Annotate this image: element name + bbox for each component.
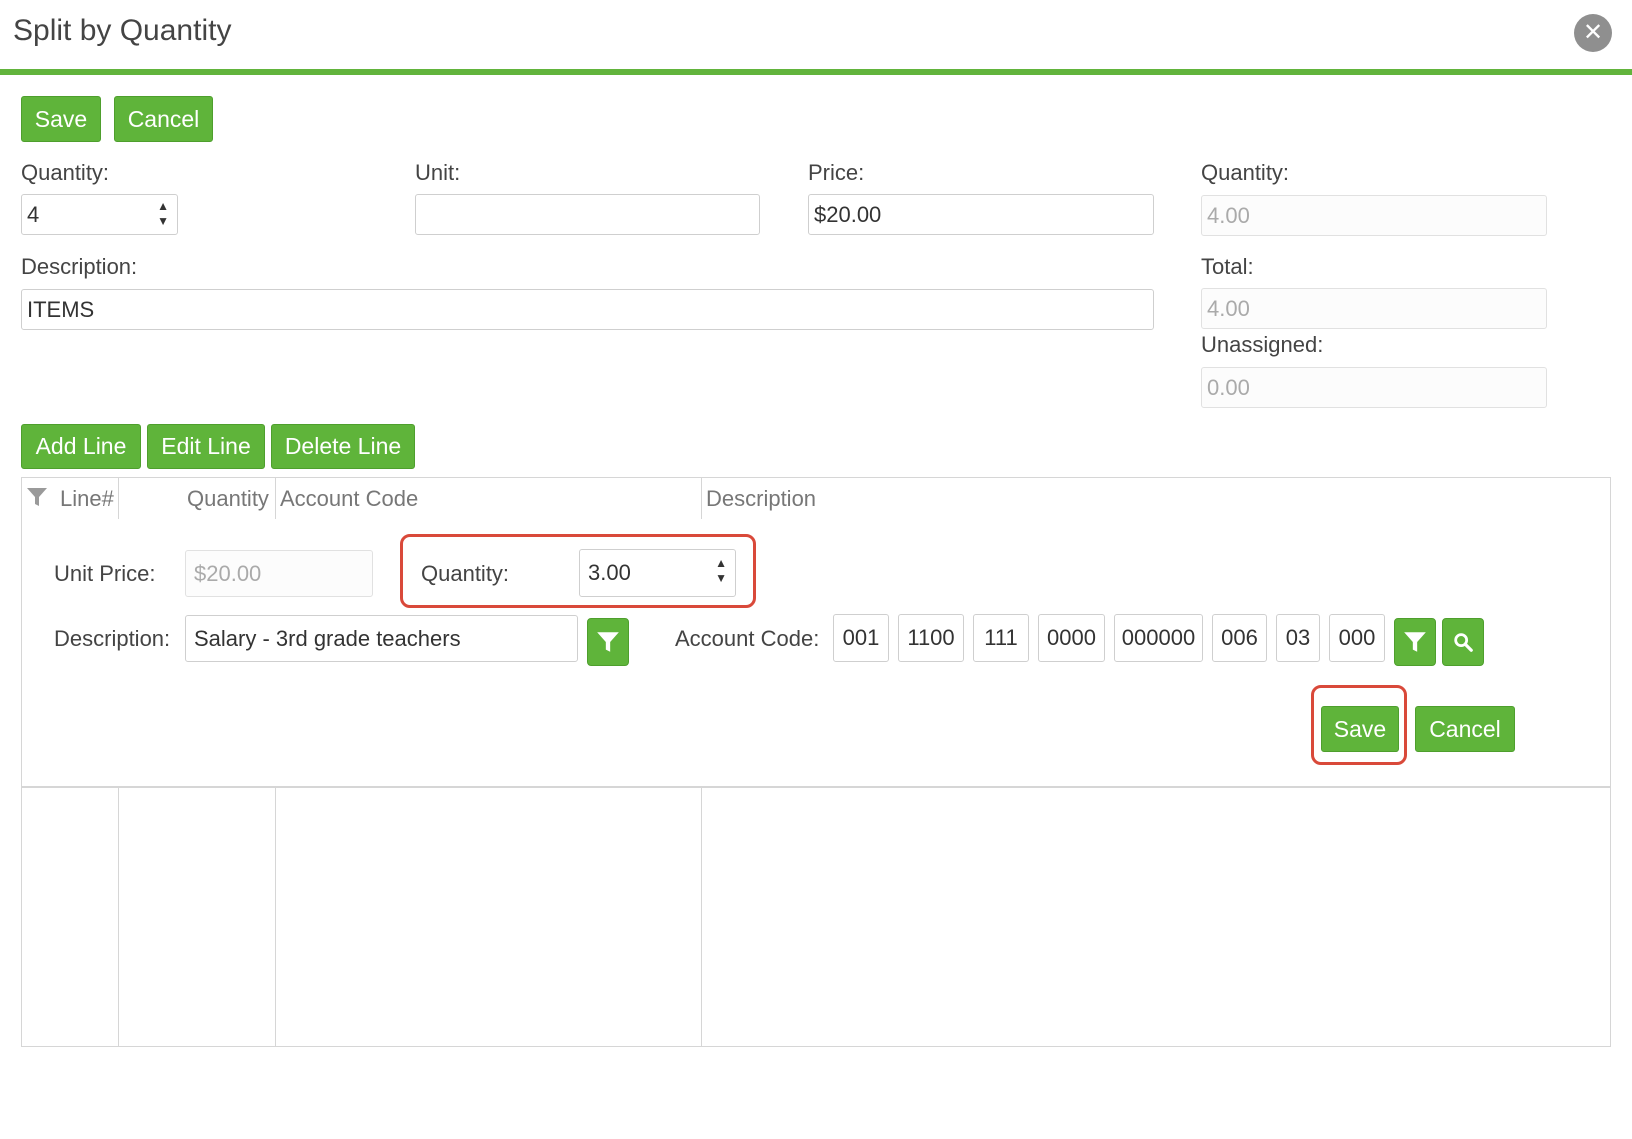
editor-description-input[interactable]: Salary - 3rd grade teachers bbox=[185, 615, 578, 662]
filter-icon[interactable] bbox=[587, 618, 629, 666]
account-segment-code[interactable]: 000 bbox=[1329, 614, 1385, 662]
filter-icon[interactable] bbox=[25, 485, 49, 514]
account-segment-location[interactable]: 000000 bbox=[1114, 614, 1203, 662]
summary-quantity-field: 4.00 bbox=[1201, 195, 1547, 236]
summary-total-label: Total: bbox=[1201, 254, 1254, 279]
quantity-value: 4 bbox=[27, 202, 40, 227]
unit-price-field: $20.00 bbox=[185, 550, 373, 597]
column-header-quantity[interactable]: Quantity bbox=[187, 478, 269, 519]
column-divider bbox=[275, 786, 276, 1046]
unit-input[interactable] bbox=[415, 194, 760, 235]
save-button[interactable]: Save bbox=[21, 96, 101, 142]
column-divider bbox=[275, 478, 276, 519]
column-divider bbox=[118, 786, 119, 1046]
account-segment-fund[interactable]: 001 bbox=[833, 614, 889, 662]
account-segment-function[interactable]: 1100 bbox=[898, 614, 964, 662]
price-input[interactable]: $20.00 bbox=[808, 194, 1154, 235]
column-divider bbox=[701, 478, 702, 519]
column-divider bbox=[701, 786, 702, 1046]
cancel-button[interactable]: Cancel bbox=[114, 96, 213, 142]
column-header-description[interactable]: Description bbox=[706, 478, 816, 519]
editor-cancel-button[interactable]: Cancel bbox=[1415, 706, 1515, 752]
account-segment-program[interactable]: 006 bbox=[1212, 614, 1267, 662]
account-segment-sub-object[interactable]: 0000 bbox=[1038, 614, 1105, 662]
quantity-label: Quantity: bbox=[21, 160, 110, 185]
editor-save-button[interactable]: Save bbox=[1321, 706, 1399, 752]
account-segment-grade[interactable]: 03 bbox=[1276, 614, 1320, 662]
editor-quantity-value: 3.00 bbox=[588, 560, 631, 585]
description-input[interactable]: ITEMS bbox=[21, 289, 1154, 330]
account-code-label: Account Code: bbox=[675, 626, 820, 651]
summary-unassigned-label: Unassigned: bbox=[1201, 332, 1324, 357]
quantity-stepper[interactable]: 4 ▲ ▼ bbox=[21, 194, 178, 235]
add-line-button[interactable]: Add Line bbox=[21, 424, 141, 469]
column-header-account-code[interactable]: Account Code bbox=[280, 478, 418, 519]
editor-description-label: Description: bbox=[54, 626, 171, 651]
delete-line-button[interactable]: Delete Line bbox=[271, 424, 415, 469]
column-divider bbox=[118, 478, 119, 519]
grid-header: Line# Quantity Account Code Description bbox=[22, 478, 1610, 521]
unit-label: Unit: bbox=[415, 160, 461, 185]
dialog-title: Split by Quantity bbox=[13, 14, 232, 47]
editor-quantity-label: Quantity: bbox=[421, 561, 510, 586]
description-label: Description: bbox=[21, 254, 138, 279]
account-segment-object[interactable]: 111 bbox=[973, 614, 1029, 662]
filter-icon[interactable] bbox=[1394, 618, 1436, 666]
column-header-line[interactable]: Line# bbox=[60, 478, 114, 519]
search-icon[interactable] bbox=[1442, 618, 1484, 666]
editor-quantity-stepper[interactable]: 3.00 ▲ ▼ bbox=[579, 549, 736, 597]
summary-unassigned-field: 0.00 bbox=[1201, 367, 1547, 408]
title-divider bbox=[0, 69, 1632, 75]
dialog-titlebar: Split by Quantity ✕ bbox=[0, 0, 1632, 70]
price-label: Price: bbox=[808, 160, 865, 185]
summary-total-field: 4.00 bbox=[1201, 288, 1547, 329]
edit-line-button[interactable]: Edit Line bbox=[147, 424, 265, 469]
close-icon[interactable]: ✕ bbox=[1574, 14, 1612, 52]
summary-quantity-label: Quantity: bbox=[1201, 160, 1290, 185]
stepper-arrows-icon[interactable]: ▲ ▼ bbox=[715, 556, 727, 586]
stepper-arrows-icon[interactable]: ▲ ▼ bbox=[157, 199, 169, 229]
unit-price-label: Unit Price: bbox=[54, 561, 156, 586]
